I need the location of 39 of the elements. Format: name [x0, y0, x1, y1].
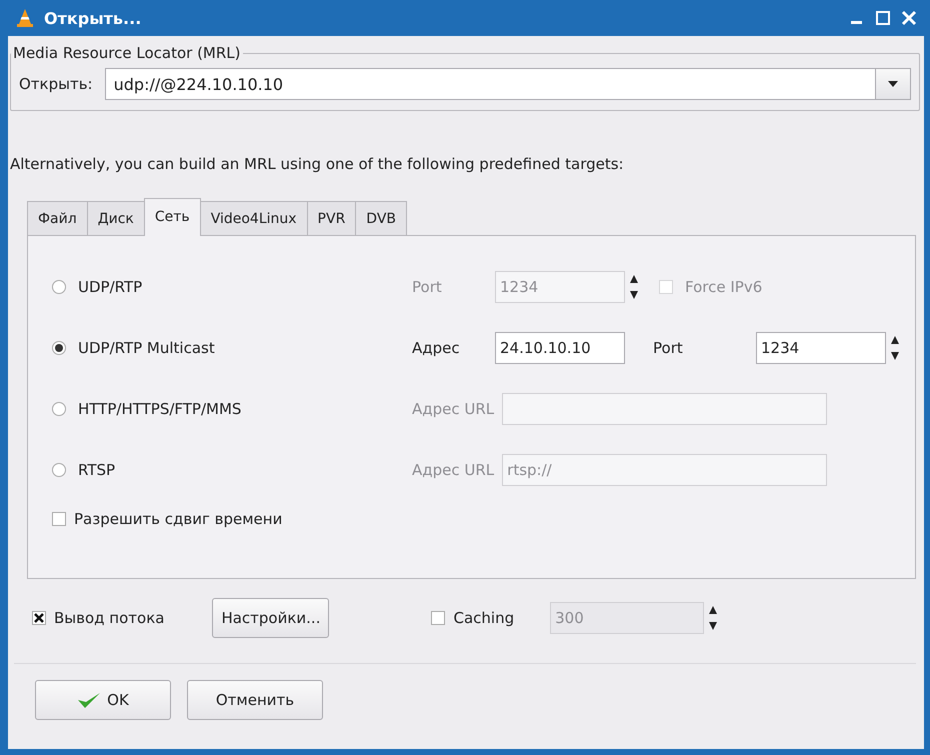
field-label: Адрес URL: [412, 460, 494, 478]
radio-button[interactable]: [52, 462, 66, 476]
tab[interactable]: Сеть: [144, 198, 201, 236]
address-field[interactable]: 24.10.10.10: [495, 332, 625, 364]
checkbox-label: Вывод потока: [54, 609, 164, 627]
checkbox[interactable]: [52, 512, 66, 526]
group-title: Media Resource Locator (MRL): [12, 44, 242, 62]
open-label: Открыть:: [19, 75, 93, 93]
field-label: Port: [412, 278, 443, 296]
caret-icon: [888, 81, 898, 87]
ok-button[interactable]: OK: [35, 680, 171, 720]
radio-label: HTTP/HTTPS/FTP/MMS: [78, 400, 242, 418]
cone-icon: [16, 8, 34, 28]
radio-label: UDP/RTP Multicast: [78, 338, 215, 356]
checkbox[interactable]: [32, 611, 46, 625]
mrl-field[interactable]: udp://@224.10.10.10: [104, 68, 875, 100]
checkbox-label: Force IPv6: [685, 278, 762, 296]
radio-label: RTSP: [78, 460, 116, 478]
checkbox-label: Caching: [453, 609, 514, 627]
dropdown-button[interactable]: [875, 68, 911, 100]
checkmark-icon: [77, 691, 102, 709]
cancel-button[interactable]: Отменить: [187, 680, 323, 720]
tab[interactable]: Диск: [86, 201, 145, 235]
radio-button[interactable]: [52, 402, 66, 416]
window-title: Открыть...: [44, 8, 142, 28]
settings-button[interactable]: Настройки...: [212, 598, 330, 638]
tab[interactable]: Video4Linux: [200, 201, 308, 235]
field-label: Адрес: [412, 338, 461, 356]
port-field[interactable]: 1234: [756, 332, 886, 364]
radio-button[interactable]: [52, 280, 66, 294]
tab[interactable]: PVR: [306, 201, 356, 235]
radio-label: UDP/RTP: [78, 278, 142, 296]
field-label: Port: [653, 338, 684, 356]
checkbox-label: Разрешить сдвиг времени: [74, 510, 282, 528]
radio-button[interactable]: [52, 340, 66, 354]
tab[interactable]: DVB: [355, 201, 408, 235]
field-label: Адрес URL: [412, 400, 494, 418]
tab[interactable]: Файл: [27, 201, 88, 235]
hint-text: Alternatively, you can build an MRL using one of the following predefined targets:: [10, 155, 625, 173]
